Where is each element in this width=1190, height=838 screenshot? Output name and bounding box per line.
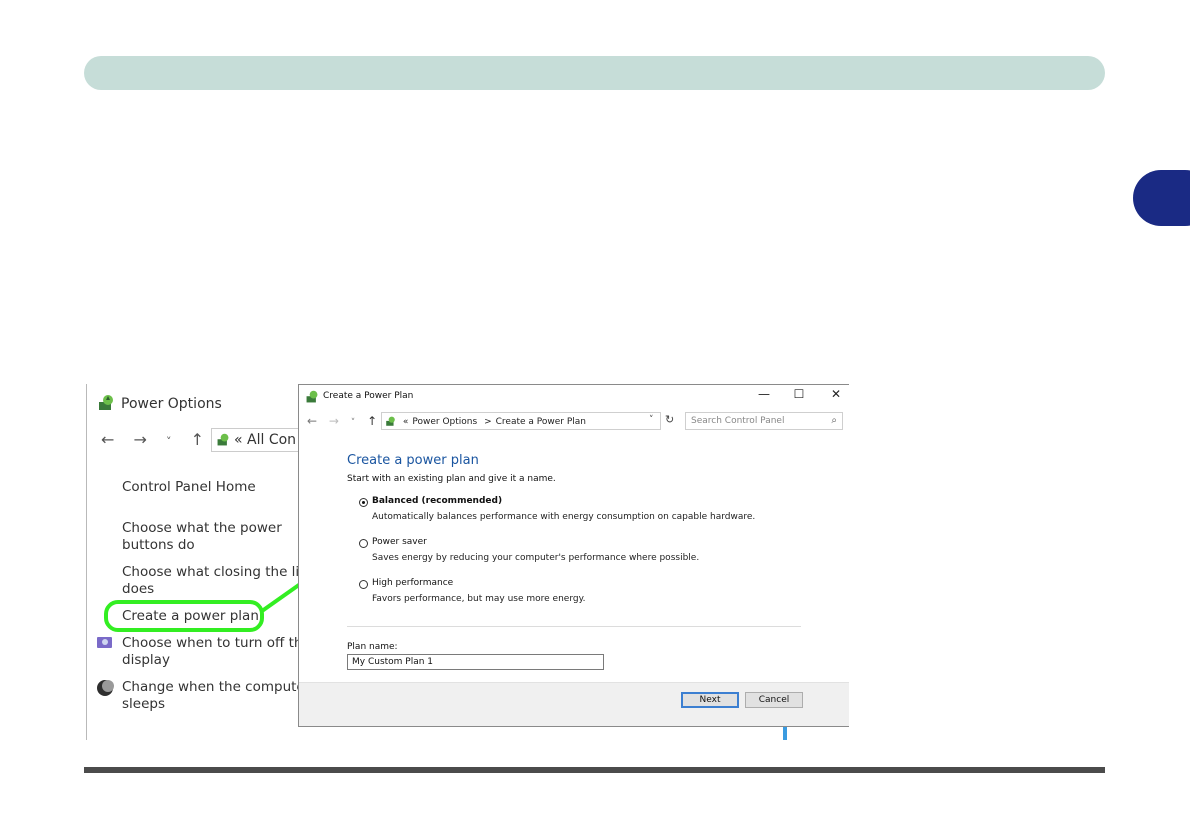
create-power-plan-dialog: Create a Power Plan — ☐ ✕ ← → ˅ ↑ «Power… xyxy=(298,384,849,727)
divider xyxy=(347,626,801,627)
close-icon[interactable]: ✕ xyxy=(826,387,846,401)
power-options-icon xyxy=(306,390,318,403)
search-icon[interactable]: ⌕ xyxy=(831,413,837,429)
plan-name-field[interactable]: My Custom Plan 1 xyxy=(347,654,604,670)
resize-handle xyxy=(783,727,787,740)
plan-option-description: Saves energy by reducing your computer's… xyxy=(372,553,700,563)
plan-option-description: Automatically balances performance with … xyxy=(372,512,756,522)
plan-option-label[interactable]: Balanced (recommended) xyxy=(372,496,502,506)
power-saver-radio[interactable] xyxy=(359,539,368,548)
plan-option-description: Favors performance, but may use more ene… xyxy=(372,594,586,604)
plan-name-label: Plan name: xyxy=(347,642,398,652)
cancel-button[interactable]: Cancel xyxy=(745,692,803,708)
back-icon[interactable]: ← xyxy=(307,414,317,428)
next-button[interactable]: Next xyxy=(681,692,739,708)
breadcrumb-create-power-plan[interactable]: Create a Power Plan xyxy=(496,417,586,427)
high-performance-radio[interactable] xyxy=(359,580,368,589)
maximize-icon[interactable]: ☐ xyxy=(789,387,809,401)
forward-icon[interactable]: → xyxy=(329,414,339,428)
page-title: Create a power plan xyxy=(347,453,479,468)
dialog-title: Create a Power Plan xyxy=(323,391,414,401)
intro-text: Start with an existing plan and give it … xyxy=(347,474,556,484)
plan-option-label[interactable]: Power saver xyxy=(372,537,427,547)
breadcrumb-prefix: « xyxy=(402,417,409,427)
bottom-rule xyxy=(84,767,1105,773)
minimize-icon[interactable]: — xyxy=(754,387,774,401)
up-icon[interactable]: ↑ xyxy=(367,414,377,428)
refresh-icon[interactable]: ↻ xyxy=(665,413,674,426)
power-options-icon xyxy=(386,416,395,426)
breadcrumb-power-options[interactable]: Power Options xyxy=(412,417,477,427)
address-bar[interactable]: «Power Options > Create a Power Plan xyxy=(381,412,661,430)
nav-buttons: ← → ˅ ↑ xyxy=(307,414,385,428)
search-input[interactable]: Search Control Panel ⌕ xyxy=(685,412,843,430)
recent-locations-icon[interactable]: ˅ xyxy=(351,418,356,428)
search-placeholder: Search Control Panel xyxy=(691,416,785,426)
chevron-down-icon[interactable]: ˅ xyxy=(649,415,654,425)
plan-option-label[interactable]: High performance xyxy=(372,578,453,588)
breadcrumb-separator: > xyxy=(484,417,492,427)
balanced-radio[interactable] xyxy=(359,498,368,507)
dialog-footer: Next Cancel xyxy=(299,682,849,726)
